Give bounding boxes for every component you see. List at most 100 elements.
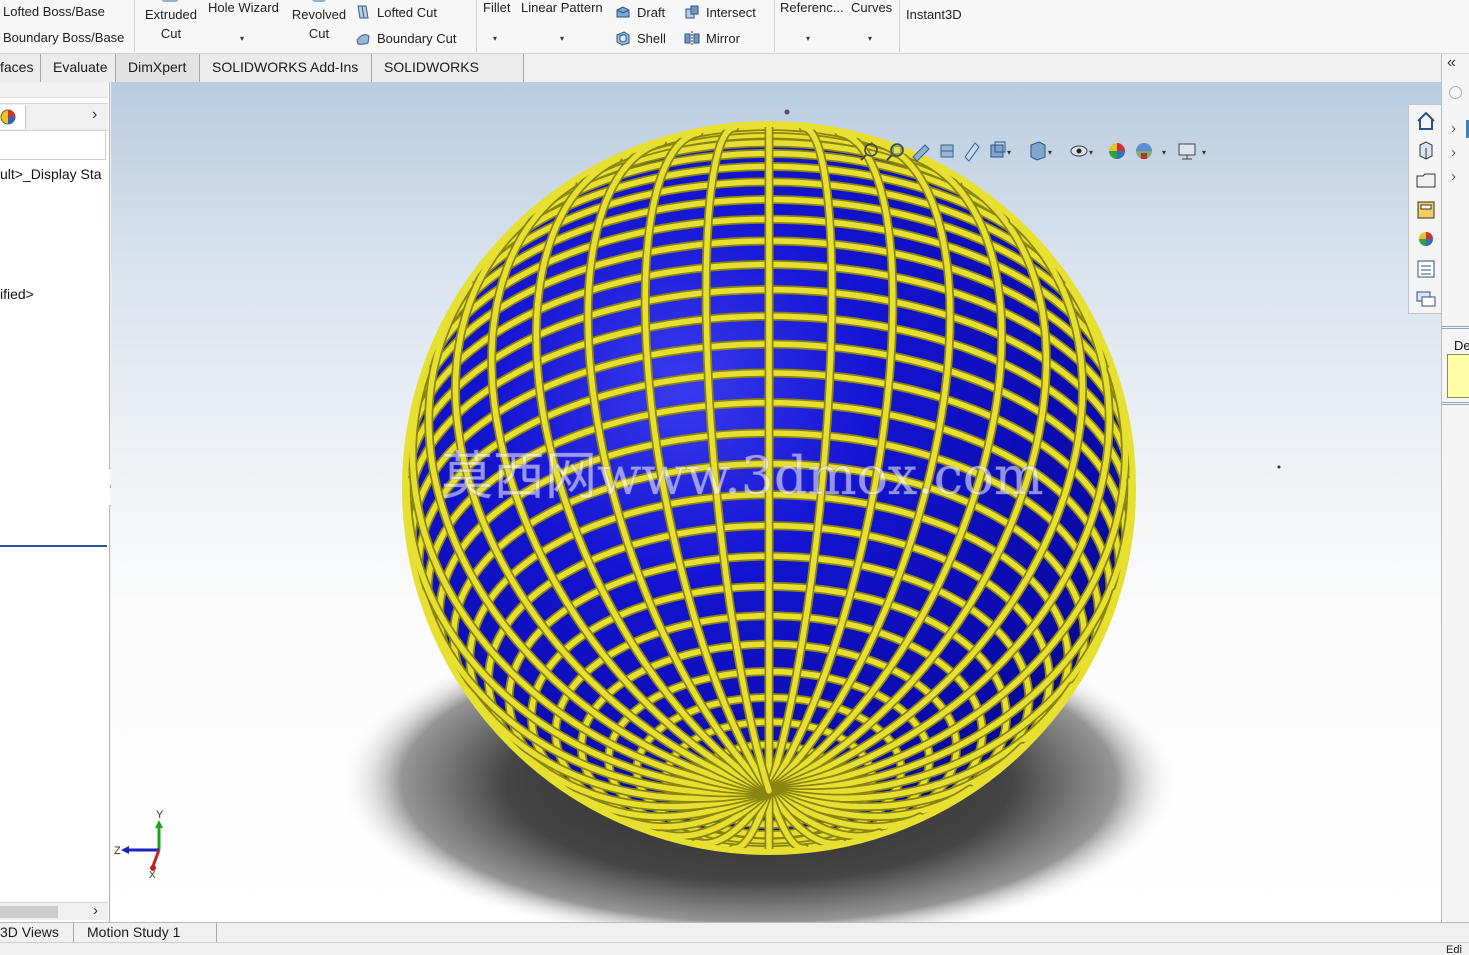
tab-surfaces[interactable]: faces [0, 54, 41, 82]
tab-solidworks-add-ins[interactable]: SOLIDWORKS Add-Ins [200, 54, 372, 82]
extruded-cut-icon [162, 0, 178, 2]
back-icon[interactable] [1449, 86, 1462, 99]
collapse-task-pane-button[interactable]: « [1447, 54, 1456, 72]
view-settings-icon[interactable] [1178, 143, 1196, 160]
panel-header-strip [0, 82, 108, 98]
zoom-to-fit-icon[interactable] [860, 143, 878, 161]
scrollbar-thumb[interactable] [0, 906, 58, 918]
tab-solidworks-mbd[interactable]: SOLIDWORKS MBD [372, 54, 524, 102]
linear-pattern-dropdown[interactable]: ▾ [560, 34, 564, 43]
heads-up-view-toolbar: ▾ ▾ ▾ ▾ ▾ [860, 141, 1206, 162]
tree-expand-arrow-1[interactable]: › [1451, 120, 1456, 137]
feature-manager-panel: › ult>_Display Sta ified> › [0, 82, 110, 922]
curves-button[interactable]: Curves [851, 0, 892, 16]
tree-item-material[interactable]: ified> [0, 286, 34, 302]
section-divider [1442, 326, 1469, 329]
edit-appearance-icon[interactable] [1109, 143, 1125, 159]
feature-tree-filter[interactable] [0, 130, 106, 160]
instant3d-button[interactable]: Instant3D [906, 7, 962, 23]
lofted-cut-button[interactable]: Lofted Cut [355, 4, 437, 21]
intersect-icon [685, 5, 699, 19]
zoom-to-area-icon[interactable] [886, 143, 904, 161]
description-label: De [1454, 338, 1469, 353]
boundary-cut-icon [356, 34, 370, 45]
hole-wizard-dropdown[interactable]: ▾ [240, 34, 244, 43]
linear-pattern-button[interactable]: Linear Pattern [521, 0, 603, 16]
status-text: Edi [1446, 944, 1462, 955]
display-manager-tab[interactable] [0, 105, 26, 129]
ribbon-separator [134, 0, 135, 52]
panel-expand-arrow[interactable]: › [92, 106, 97, 124]
revolved-cut-label: Revolved [291, 7, 347, 22]
mirror-label: Mirror [706, 31, 740, 46]
tree-item-display-state[interactable]: ult>_Display Sta [0, 166, 102, 182]
resources-icon[interactable] [1412, 136, 1440, 164]
apply-scene-icon[interactable] [1136, 143, 1152, 159]
tab-3d-views[interactable]: 3D Views [0, 923, 74, 943]
hide-show-dropdown[interactable]: ▾ [1089, 148, 1093, 157]
tab-dimxpert[interactable]: DimXpert [116, 54, 200, 82]
forum-icon[interactable] [1412, 285, 1440, 313]
boundary-boss-base-button[interactable]: Boundary Boss/Base [3, 30, 124, 46]
extruded-cut-button[interactable]: Extruded Cut [140, 0, 202, 42]
command-manager-tabs: faces Evaluate DimXpert SOLIDWORKS Add-I… [0, 54, 524, 102]
file-explorer-icon[interactable] [1412, 196, 1440, 224]
fillet-dropdown[interactable]: ▾ [493, 34, 497, 43]
custom-properties-icon[interactable] [1412, 255, 1440, 283]
graphics-area[interactable]: Y Z X 莫西网www.3dmox.com ▾ ▾ ▾ ▾ ▾ [111, 82, 1441, 922]
tree-expand-arrow-2[interactable]: › [1451, 144, 1456, 161]
mirror-button[interactable]: Mirror [684, 30, 740, 47]
ribbon-separator [774, 0, 775, 52]
shell-button[interactable]: Shell [615, 30, 666, 47]
display-style-icon[interactable] [1030, 141, 1046, 161]
lofted-boss-base-button[interactable]: Lofted Boss/Base [3, 4, 105, 20]
draft-button[interactable]: Draft [615, 4, 665, 21]
dynamic-annotation-icon[interactable] [964, 142, 980, 162]
previous-view-icon[interactable] [912, 144, 930, 162]
view-orientation-icon[interactable] [990, 141, 1006, 158]
reference-geometry-button[interactable]: Referenc... [780, 0, 844, 16]
fillet-button[interactable]: Fillet [483, 0, 510, 16]
tab-motion-study-1[interactable]: Motion Study 1 [74, 923, 217, 943]
design-library-icon[interactable] [1412, 166, 1440, 194]
draft-label: Draft [637, 5, 666, 20]
panel-tab-toolbar: › [0, 103, 108, 131]
reference-geometry-dropdown[interactable]: ▾ [806, 34, 810, 43]
triad-x-label: X [149, 870, 156, 881]
revolved-cut-label-2: Cut [308, 26, 330, 41]
revolved-cut-icon [312, 0, 326, 2]
mirror-icon [684, 31, 700, 45]
tab-evaluate[interactable]: Evaluate [41, 54, 116, 82]
view-orientation-dropdown[interactable]: ▾ [1007, 148, 1011, 157]
revolved-cut-button[interactable]: Revolved Cut [288, 0, 350, 42]
section-view-icon[interactable] [940, 144, 954, 158]
curves-dropdown[interactable]: ▾ [868, 34, 872, 43]
home-icon[interactable] [1412, 107, 1440, 135]
panel-horizontal-scrollbar[interactable]: › [0, 902, 108, 920]
appearances-icon[interactable] [1412, 225, 1440, 253]
pole-point [784, 109, 790, 115]
intersect-button[interactable]: Intersect [684, 4, 756, 21]
triad-z-label: Z [114, 845, 121, 857]
tree-expand-arrow-3[interactable]: › [1451, 168, 1456, 185]
shell-label: Shell [637, 31, 666, 46]
draft-icon [616, 6, 630, 18]
bottom-tabs-bar: 3D Views Motion Study 1 [0, 922, 1469, 943]
rollback-bar[interactable] [0, 545, 107, 547]
view-settings-dropdown[interactable]: ▾ [1202, 148, 1206, 157]
display-manager-icon [0, 109, 16, 125]
lofted-cut-label: Lofted Cut [377, 5, 437, 20]
command-manager-ribbon: Lofted Boss/Base Boundary Boss/Base Extr… [0, 0, 1469, 54]
hole-wizard-button[interactable]: Hole Wizard [208, 0, 279, 16]
note-box[interactable] [1447, 354, 1469, 398]
origin-point [1277, 465, 1281, 469]
hide-show-items-icon[interactable] [1070, 145, 1088, 157]
apply-scene-dropdown[interactable]: ▾ [1162, 148, 1166, 157]
model-view[interactable]: Y Z X 莫西网www.3dmox.com [111, 82, 1441, 922]
section-divider-2 [1442, 402, 1469, 405]
boundary-cut-button[interactable]: Boundary Cut [355, 30, 457, 47]
display-style-dropdown[interactable]: ▾ [1048, 148, 1052, 157]
task-pane-tabs [1408, 104, 1442, 314]
scroll-right-arrow[interactable]: › [93, 902, 98, 919]
task-pane-panel: « › › › De [1441, 54, 1469, 942]
